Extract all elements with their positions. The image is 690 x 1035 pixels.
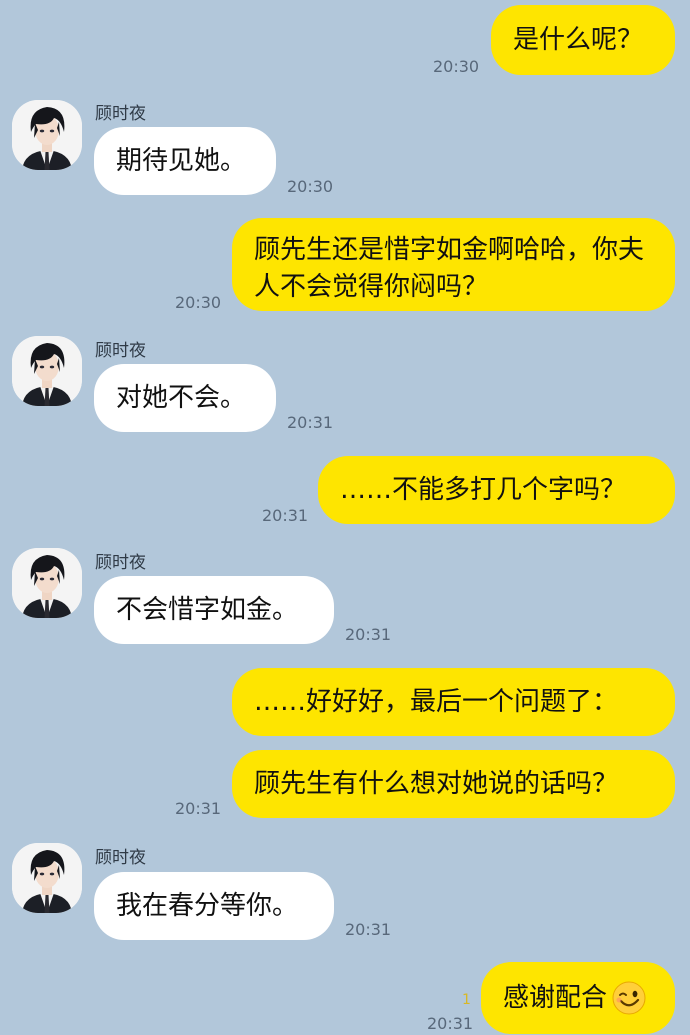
contact-avatar[interactable] <box>12 336 82 406</box>
message-bubble-outgoing[interactable]: 感谢配合 <box>481 962 675 1034</box>
male-character-avatar-icon <box>12 336 82 406</box>
message-bubble-outgoing[interactable]: ……不能多打几个字吗？ <box>318 456 675 524</box>
contact-avatar[interactable] <box>12 100 82 170</box>
message-timestamp: 20:30 <box>287 177 334 196</box>
message-text: ……好好好，最后一个问题了： <box>254 687 619 717</box>
message-bubble-incoming[interactable]: 期待见她。 <box>94 127 276 195</box>
message-bubble-outgoing[interactable]: 是什么呢？ <box>491 5 675 75</box>
male-character-avatar-icon <box>12 100 82 170</box>
message-text: 我在春分等你。 <box>116 891 299 921</box>
message-text: ……不能多打几个字吗？ <box>340 475 627 505</box>
sender-name: 顾时夜 <box>95 104 146 124</box>
message-text: 顾先生还是惜字如金啊哈哈，你夫人不会觉得你闷吗？ <box>254 235 645 302</box>
chat-area[interactable]: 是什么呢？ 20:30 顾时夜 期待见她。 20:30 顾先生还是惜字如金啊哈哈… <box>0 0 690 1035</box>
message-timestamp: 20:30 <box>175 293 222 312</box>
message-text: 对她不会。 <box>116 383 247 413</box>
message-text: 不会惜字如金。 <box>116 595 299 625</box>
message-timestamp: 20:31 <box>427 1014 474 1033</box>
contact-avatar[interactable] <box>12 548 82 618</box>
message-bubble-outgoing[interactable]: 顾先生还是惜字如金啊哈哈，你夫人不会觉得你闷吗？ <box>232 218 675 311</box>
unread-count: 1 <box>462 992 471 1008</box>
contact-avatar[interactable] <box>12 843 82 913</box>
male-character-avatar-icon <box>12 843 82 913</box>
message-bubble-incoming[interactable]: 对她不会。 <box>94 364 276 432</box>
message-text: 感谢配合 <box>503 983 608 1013</box>
message-timestamp: 20:31 <box>262 506 309 525</box>
message-text: 顾先生有什么想对她说的话吗？ <box>254 769 619 799</box>
message-bubble-outgoing[interactable]: 顾先生有什么想对她说的话吗？ <box>232 750 675 818</box>
sender-name: 顾时夜 <box>95 848 146 868</box>
male-character-avatar-icon <box>12 548 82 618</box>
winking-face-emoji-icon <box>612 981 646 1015</box>
message-timestamp: 20:31 <box>345 625 392 644</box>
message-timestamp: 20:31 <box>345 920 392 939</box>
sender-name: 顾时夜 <box>95 341 146 361</box>
message-bubble-outgoing[interactable]: ……好好好，最后一个问题了： <box>232 668 675 736</box>
message-text: 是什么呢？ <box>513 25 644 55</box>
message-timestamp: 20:31 <box>175 799 222 818</box>
message-text: 期待见她。 <box>116 146 247 176</box>
message-bubble-incoming[interactable]: 不会惜字如金。 <box>94 576 334 644</box>
sender-name: 顾时夜 <box>95 553 146 573</box>
message-timestamp: 20:30 <box>433 57 480 76</box>
message-timestamp: 20:31 <box>287 413 334 432</box>
message-bubble-incoming[interactable]: 我在春分等你。 <box>94 872 334 940</box>
